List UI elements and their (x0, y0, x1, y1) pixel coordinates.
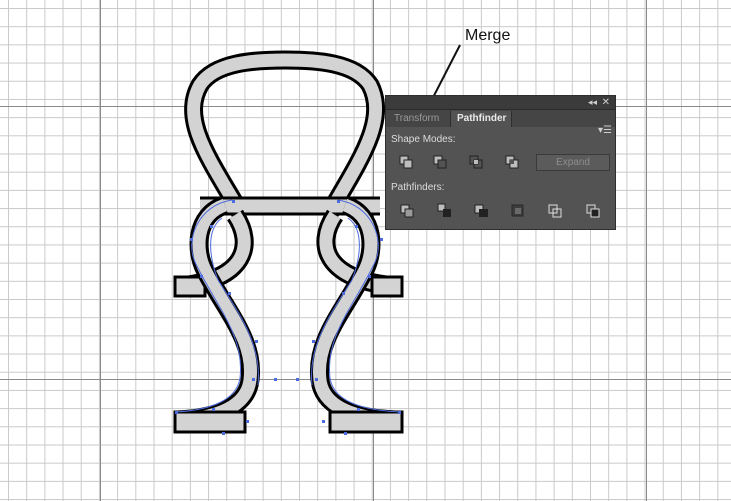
tab-pathfinder[interactable]: Pathfinder (450, 111, 512, 127)
outline-icon (548, 204, 562, 218)
close-icon[interactable]: ✕ (602, 96, 610, 109)
divide-button[interactable] (398, 203, 418, 219)
pathfinders-label: Pathfinders: (391, 182, 445, 193)
unite-button[interactable] (396, 154, 416, 170)
merge-button[interactable] (472, 203, 492, 219)
panel-titlebar[interactable]: ◂◂ ✕ (386, 96, 615, 110)
omega-legs-shape[interactable] (173, 195, 404, 434)
tab-transform[interactable]: Transform (388, 111, 448, 127)
intersect-icon (469, 155, 483, 169)
crop-icon (511, 204, 524, 217)
trim-button[interactable] (434, 203, 454, 219)
exclude-icon (505, 155, 519, 169)
shape-modes-label: Shape Modes: (391, 134, 456, 145)
merge-icon (474, 204, 488, 217)
callout-merge-label: Merge (465, 27, 511, 44)
minus-back-button[interactable] (584, 203, 604, 219)
expand-button[interactable]: Expand (536, 154, 610, 171)
trim-icon (437, 203, 451, 217)
crop-button[interactable] (508, 203, 528, 219)
intersect-button[interactable] (466, 154, 486, 170)
pathfinder-panel: ◂◂ ✕ Transform Pathfinder ▾☰ Shape Modes… (385, 95, 616, 230)
collapse-arrows-icon[interactable]: ◂◂ (588, 96, 597, 109)
omega-artwork[interactable] (0, 0, 731, 501)
panel-menu-icon[interactable]: ▾☰ (598, 125, 612, 136)
unite-icon (399, 155, 413, 169)
divide-icon (400, 204, 414, 218)
outline-button[interactable] (546, 203, 566, 219)
loop-shape[interactable] (184, 50, 386, 217)
minus-back-icon (586, 204, 600, 218)
panel-tabbar: Transform Pathfinder ▾☰ (386, 110, 615, 136)
minus-front-icon (433, 155, 447, 169)
exclude-button[interactable] (502, 154, 522, 170)
minus-front-button[interactable] (430, 154, 450, 170)
